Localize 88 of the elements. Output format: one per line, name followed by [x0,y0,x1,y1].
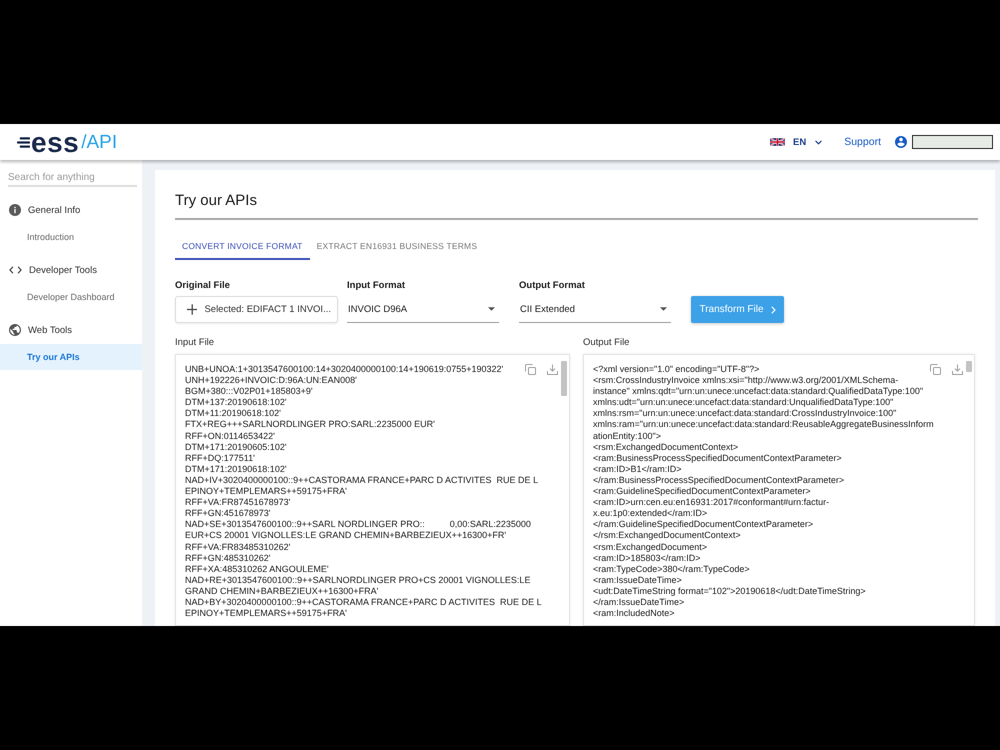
code-line: <rsm:ExchangedDocument> [593,542,708,553]
code-line: <rsm:CrossIndustryInvoice xmlns:xsi="http://www.w3.org/2001/XMLSchema- [593,375,898,386]
code-line: <rsm:ExchangedDocumentContext> [593,442,738,453]
code-line: RFF+DQ:177511' [185,452,255,464]
speed-lines-icon [17,137,30,148]
code-line: RFF+XA:485310262 ANGOULEME' [185,564,329,575]
code-line: NAD+BY+3020400000100::9++CASTORAMA FRANCE+PARC D ACTIVITES RUE DE L [185,596,542,608]
field-label: Output Format [519,280,586,292]
code-line: NAD+SE+3013547600100::9++SARL NORDLINGER PRO:: 0,00:SARL:2235000 [185,519,531,530]
format-select[interactable]: CII Extended [519,296,671,323]
download-icon [547,364,558,375]
download-icon [952,364,963,375]
code-line: RFF+ON:0114653422' [185,430,275,442]
code-line: <ram:TypeCode>380</ram:TypeCode> [593,564,750,575]
code-line: UNH+192226+INVOIC:D:96A:UN:EAN008' [185,375,357,386]
scrollbar-thumb[interactable] [966,361,972,372]
code-line: RFF+VA:FR83485310262' [185,542,290,553]
code-line: FTX+REG+++SARLNORDLINGER PRO:SARL:2235000 EUR' [185,419,435,431]
code-icon [9,266,22,274]
code-line: DTM+171:20190618:102' [185,464,287,475]
code-line: ationEntity:100"> [593,430,661,442]
nav-group-header[interactable]: General Info [0,196,142,224]
nav-link[interactable]: Introduction [0,224,142,250]
panel-label: Input File [175,337,216,349]
code-line: xmlns:rsm="urn:un:unece:uncefact:data:standard:CrossIndustryInvoice:100" [593,408,896,420]
chevron-right-icon [770,306,776,314]
code-line: <ram:ID>185803</ram:ID> [593,552,701,564]
code-line: </ram:BusinessProcessSpecifiedDocumentContextParameter> [593,474,844,486]
code-line: <ram:IncludedNote> [593,608,675,620]
code-text-area[interactable] [175,354,570,626]
info-icon [9,204,21,216]
code-line: EPINOY+TEMPLEMARS++59175+FRA' [185,486,347,498]
code-line: instance" xmlns:qdt="urn:un:unece:uncefact:data:standard:QualifiedDataType:100" [593,386,924,398]
code-line: DTM+171:20190605:102' [185,442,287,453]
search-field[interactable]: Search for anything [8,169,137,187]
logo-link[interactable]: ess/API [17,128,118,156]
code-text-area[interactable] [583,354,975,626]
globe-icon [9,324,21,336]
code-line: <ram:ID>urn:cen.eu:en16931:2017#conformant#urn:factur- [593,497,830,508]
code-line: x.eu:1p0:extended</ram:ID> [593,508,708,520]
code-line: <ram:BusinessProcessSpecifiedDocumentContextParameter> [593,452,842,464]
nav-group-header[interactable]: Web Tools [0,316,142,344]
page-title: Try our APIs [175,192,258,210]
copy-button[interactable] [930,363,941,374]
code-line: RFF+GN:451678973' [185,508,271,520]
tab[interactable]: CONVERT INVOICE FORMAT [175,234,310,260]
code-line: <ram:IssueDateTime> [593,574,682,586]
tab[interactable]: EXTRACT EN16931 BUSINESS TERMS [310,234,484,260]
code-line: DTM+11:20190618:102' [185,408,281,420]
code-line: xmlns:udt="urn:un:unece:uncefact:data:standard:UnqualifiedDataType:100" [593,397,894,408]
code-line: </ram:IssueDateTime> [593,596,684,608]
code-line: GRAND CHEMIN+BARBEZIEUX++16300+FRA' [185,586,378,597]
nav-link[interactable]: Developer Dashboard [0,284,142,310]
code-line: NAD+RE+3013547600100::9++SARLNORDLINGER PRO+CS 20001 VIGNOLLES:LE [185,574,530,586]
copy-button[interactable] [525,363,536,374]
nav-group-header[interactable]: Developer Tools [0,256,142,284]
chevron-down-icon [815,140,822,144]
code-line: EUR+CS 20001 VIGNOLLES:LE GRAND CHEMIN+BARBEZIEUX++16300+FR' [185,530,506,542]
code-line: UNB+UNOA:1+3013547600100:14+3020400000100:14+190619:0755+190322' [185,364,504,376]
code-line: xmlns:ram="urn:un:unece:uncefact:data:standard:ReusableAggregateBusinessInform [593,419,934,431]
copy-icon [525,364,536,375]
code-line: DTM+137:20190618:102' [185,397,287,408]
code-line: <udt:DateTimeString format="102">20190618</udt:DateTimeString> [593,586,866,597]
plus-icon [187,304,198,315]
panel-label: Output File [583,337,630,349]
language-selector[interactable]: EN [793,136,822,148]
nav-link[interactable]: Try our APIs [0,344,142,370]
code-line: </rsm:ExchangedDocumentContext> [593,530,741,542]
code-line: BGM+380:::V02P01+185803+9' [185,386,313,398]
caret-down-icon [488,307,495,311]
code-line: <?xml version="1.0" encoding="UTF-8"?> [593,364,760,376]
uk-flag-icon [770,138,786,146]
file-picker-button[interactable]: Selected: EDIFACT 1 INVOI... [175,296,338,323]
code-line: EPINOY+TEMPLEMARS++59175+FRA' [185,608,347,620]
support-link[interactable]: Support [844,136,881,148]
code-line: NAD+IV+3020400000100::9++CASTORAMA FRANCE+PARC D ACTIVITES RUE DE L [185,474,538,486]
code-line: RFF+GN:485310262' [185,552,271,564]
field-label: Original File [175,280,231,292]
user-icon[interactable] [895,136,907,148]
caret-down-icon [660,307,667,311]
scrollbar-thumb[interactable] [561,361,567,396]
code-line: <ram:GuidelineSpecifiedDocumentContextParameter> [593,486,811,498]
field-label: Input Format [347,280,406,292]
code-line: </ram:GuidelineSpecifiedDocumentContextParameter> [593,519,814,530]
code-line: <ram:ID>B1</ram:ID> [593,464,682,475]
copy-icon [930,364,941,375]
format-select[interactable]: INVOIC D96A [347,296,499,323]
code-line: RFF+VA:FR87451678973' [185,497,290,508]
